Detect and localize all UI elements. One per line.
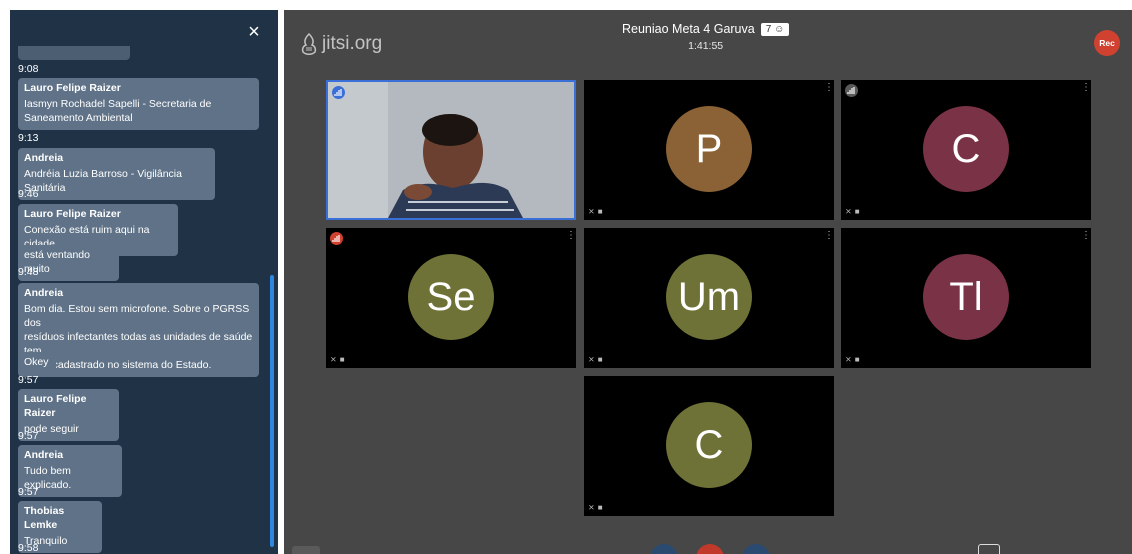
more-options-icon[interactable]: ⋮ xyxy=(1081,231,1091,241)
video-tile[interactable]: Tl ⋮ ⨯ ■ xyxy=(841,228,1091,368)
participants-icon: ☺ xyxy=(774,23,785,35)
chat-scrollbar[interactable] xyxy=(270,275,274,547)
participant-count: 7 xyxy=(765,23,772,35)
message-timestamp: 9:58 xyxy=(18,542,39,554)
toolbar-button-tile-view[interactable] xyxy=(978,544,1000,554)
avatar: P xyxy=(666,106,752,192)
message-text: Okey xyxy=(24,356,49,368)
avatar: Um xyxy=(666,254,752,340)
participant-count-badge[interactable]: 7 ☺ xyxy=(760,22,790,36)
mic-muted-icon: ⨯ xyxy=(330,355,338,364)
message-sender: Andreia xyxy=(24,152,64,164)
chat-message: Lauro Felipe Raizer Iasmyn Rochadel Sape… xyxy=(18,78,259,130)
message-timestamp: 9:48 xyxy=(18,266,39,278)
message-timestamp: 9:46 xyxy=(18,188,39,200)
message-timestamp: 9:57 xyxy=(18,486,39,498)
meeting-header: Reuniao Meta 4 Garuva 7 ☺ 1:41:55 xyxy=(622,22,790,52)
connection-indicator-icon[interactable] xyxy=(845,84,858,97)
rec-label: Rec xyxy=(1099,38,1115,48)
meeting-duration: 1:41:55 xyxy=(688,40,724,52)
toolbar-button-hangup[interactable] xyxy=(696,544,724,554)
video-tile[interactable]: Se ⋮ ⨯ ■ xyxy=(326,228,576,368)
mic-muted-icon: ⨯ xyxy=(588,207,596,216)
message-timestamp: 9:08 xyxy=(18,63,39,75)
message-text: Bom dia. Estou sem microfone. Sobre o PG… xyxy=(24,303,250,329)
message-timestamp: 9:13 xyxy=(18,132,39,144)
message-text: Saneamento Ambiental xyxy=(24,112,133,124)
connection-indicator-icon[interactable] xyxy=(332,86,345,99)
muted-indicators: ⨯ ■ xyxy=(588,503,604,512)
message-sender: Thobias Lemke xyxy=(24,505,65,531)
meeting-title: Reuniao Meta 4 Garuva xyxy=(622,22,755,36)
message-text: Iasmyn Rochadel Sapelli - Secretaria de xyxy=(24,98,212,110)
more-options-icon[interactable]: ⋮ xyxy=(566,231,576,241)
message-timestamp: 9:57 xyxy=(18,430,39,442)
close-icon[interactable]: × xyxy=(244,22,264,42)
more-options-icon[interactable]: ⋮ xyxy=(824,83,834,93)
camera-muted-icon: ■ xyxy=(597,207,604,216)
message-text: resíduos infectantes todas as unidades d… xyxy=(24,331,253,357)
toolbar-button-chat[interactable] xyxy=(292,546,320,554)
avatar-initials: Tl xyxy=(949,274,983,319)
more-options-icon[interactable]: ⋮ xyxy=(564,85,574,95)
message-timestamp: 9:57 xyxy=(18,374,39,386)
recording-badge: Rec xyxy=(1094,30,1120,56)
avatar-initials: C xyxy=(694,422,724,467)
mic-muted-icon: ⨯ xyxy=(845,355,853,364)
avatar-initials: Se xyxy=(426,274,476,319)
camera-muted-icon: ■ xyxy=(597,503,604,512)
message-sender: Lauro Felipe Raizer xyxy=(24,82,121,94)
mic-muted-icon: ⨯ xyxy=(588,355,596,364)
avatar: Se xyxy=(408,254,494,340)
muted-indicators: ⨯ ■ xyxy=(588,207,604,216)
connection-indicator-icon[interactable] xyxy=(330,232,343,245)
camera-muted-icon: ■ xyxy=(854,355,861,364)
meeting-stage: jitsi.org Reuniao Meta 4 Garuva 7 ☺ 1:41… xyxy=(284,10,1132,554)
avatar-initials: C xyxy=(951,126,981,171)
logo-text: jitsi.org xyxy=(322,33,383,54)
avatar-initials: P xyxy=(695,126,723,171)
muted-indicators: ⨯ ■ xyxy=(845,355,861,364)
message-sender: Lauro Felipe Raizer xyxy=(24,393,87,419)
mic-muted-icon: ⨯ xyxy=(845,207,853,216)
chat-message: Okey xyxy=(18,352,56,374)
chat-message: Andreia Andréia Luzia Barroso - Vigilânc… xyxy=(18,148,215,200)
message-sender: Andreia xyxy=(24,287,64,299)
video-tile[interactable]: P ⋮ ⨯ ■ xyxy=(584,80,834,220)
more-options-icon[interactable]: ⋮ xyxy=(1081,83,1091,93)
chat-message-bubble-partial xyxy=(18,46,130,60)
avatar: Tl xyxy=(923,254,1009,340)
jitsi-logo-icon xyxy=(301,32,317,55)
participant-video-frame xyxy=(328,82,574,218)
video-tile-active-speaker[interactable]: ⋮ xyxy=(326,80,576,220)
muted-indicators: ⨯ ■ xyxy=(588,355,604,364)
camera-muted-icon: ■ xyxy=(339,355,346,364)
message-text: Andréia Luzia Barroso - Vigilância Sanit… xyxy=(24,168,182,194)
toolbar-button-camera[interactable] xyxy=(742,544,770,554)
muted-indicators: ⨯ ■ xyxy=(845,207,861,216)
toolbar-button-mic[interactable] xyxy=(650,544,678,554)
video-tile[interactable]: C ⨯ ■ xyxy=(584,376,834,516)
jitsi-logo: jitsi.org xyxy=(300,32,382,56)
camera-muted-icon: ■ xyxy=(597,355,604,364)
avatar: C xyxy=(923,106,1009,192)
avatar: C xyxy=(666,402,752,488)
more-options-icon[interactable]: ⋮ xyxy=(824,231,834,241)
message-text: plano cadastrado no sistema do Estado. xyxy=(24,359,212,371)
message-sender: Andreia xyxy=(24,449,64,461)
message-sender: Lauro Felipe Raizer xyxy=(24,208,121,220)
avatar-initials: Um xyxy=(677,274,741,319)
mic-muted-icon: ⨯ xyxy=(588,503,596,512)
camera-muted-icon: ■ xyxy=(854,207,861,216)
video-tile[interactable]: C ⋮ ⨯ ■ xyxy=(841,80,1091,220)
video-tile[interactable]: Um ⋮ ⨯ ■ xyxy=(584,228,834,368)
participant-video xyxy=(328,82,574,218)
muted-indicators: ⨯ ■ xyxy=(330,355,346,364)
